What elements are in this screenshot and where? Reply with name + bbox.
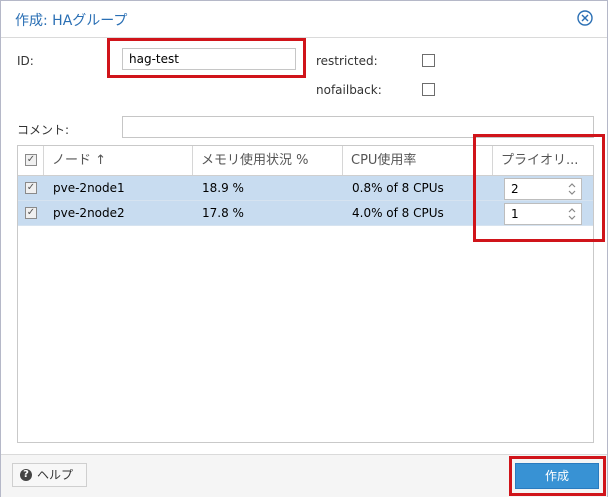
grid-header: ✓ ノード ↑ メモリ使用状況 % CPU使用率 プライオリ... bbox=[18, 146, 593, 176]
spinner-arrows-icon[interactable] bbox=[567, 181, 577, 197]
id-label: ID: bbox=[17, 54, 34, 68]
cpu-usage: 0.8% of 8 CPUs bbox=[352, 181, 444, 195]
restricted-checkbox[interactable] bbox=[422, 54, 435, 67]
dialog-titlebar: 作成: HAグループ bbox=[1, 1, 607, 38]
column-header-cpu[interactable]: CPU使用率 bbox=[343, 146, 493, 175]
close-icon[interactable] bbox=[577, 10, 593, 26]
row-checkbox[interactable]: ✓ bbox=[25, 207, 37, 219]
nofailback-label: nofailback: bbox=[316, 83, 382, 97]
dialog-footer: ? ヘルプ 作成 bbox=[1, 454, 607, 497]
column-header-priority[interactable]: プライオリ... bbox=[493, 146, 593, 175]
memory-usage: 18.9 % bbox=[202, 181, 244, 195]
node-name: pve-2node1 bbox=[53, 181, 125, 195]
select-all-checkbox[interactable]: ✓ bbox=[25, 154, 37, 166]
priority-value: 1 bbox=[511, 207, 519, 221]
help-button[interactable]: ? ヘルプ bbox=[12, 463, 87, 487]
help-label: ヘルプ bbox=[37, 468, 74, 482]
node-name: pve-2node2 bbox=[53, 206, 125, 220]
dialog-title: 作成: HAグループ bbox=[15, 13, 128, 29]
comment-input[interactable] bbox=[122, 116, 594, 138]
table-row[interactable]: ✓ pve-2node1 18.9 % 0.8% of 8 CPUs 2 bbox=[18, 176, 593, 201]
memory-usage: 17.8 % bbox=[202, 206, 244, 220]
table-row[interactable]: ✓ pve-2node2 17.8 % 4.0% of 8 CPUs 1 bbox=[18, 201, 593, 226]
id-input[interactable] bbox=[122, 48, 296, 70]
node-priority-grid: ✓ ノード ↑ メモリ使用状況 % CPU使用率 プライオリ... ✓ pve-… bbox=[17, 145, 594, 443]
spinner-arrows-icon[interactable] bbox=[567, 206, 577, 222]
cpu-usage: 4.0% of 8 CPUs bbox=[352, 206, 444, 220]
priority-spinner[interactable]: 2 bbox=[504, 178, 582, 200]
column-header-node[interactable]: ノード ↑ bbox=[44, 146, 193, 175]
create-button[interactable]: 作成 bbox=[515, 463, 599, 489]
nofailback-checkbox[interactable] bbox=[422, 83, 435, 96]
row-checkbox[interactable]: ✓ bbox=[25, 182, 37, 194]
restricted-label: restricted: bbox=[316, 54, 378, 68]
question-icon: ? bbox=[20, 469, 32, 481]
comment-label: コメント: bbox=[17, 123, 70, 137]
column-header-memory[interactable]: メモリ使用状況 % bbox=[193, 146, 343, 175]
priority-spinner[interactable]: 1 bbox=[504, 203, 582, 225]
ha-group-create-dialog: 作成: HAグループ ID: restricted: nofailback: コ… bbox=[0, 0, 608, 497]
select-all-header[interactable]: ✓ bbox=[18, 146, 44, 175]
priority-value: 2 bbox=[511, 182, 519, 196]
